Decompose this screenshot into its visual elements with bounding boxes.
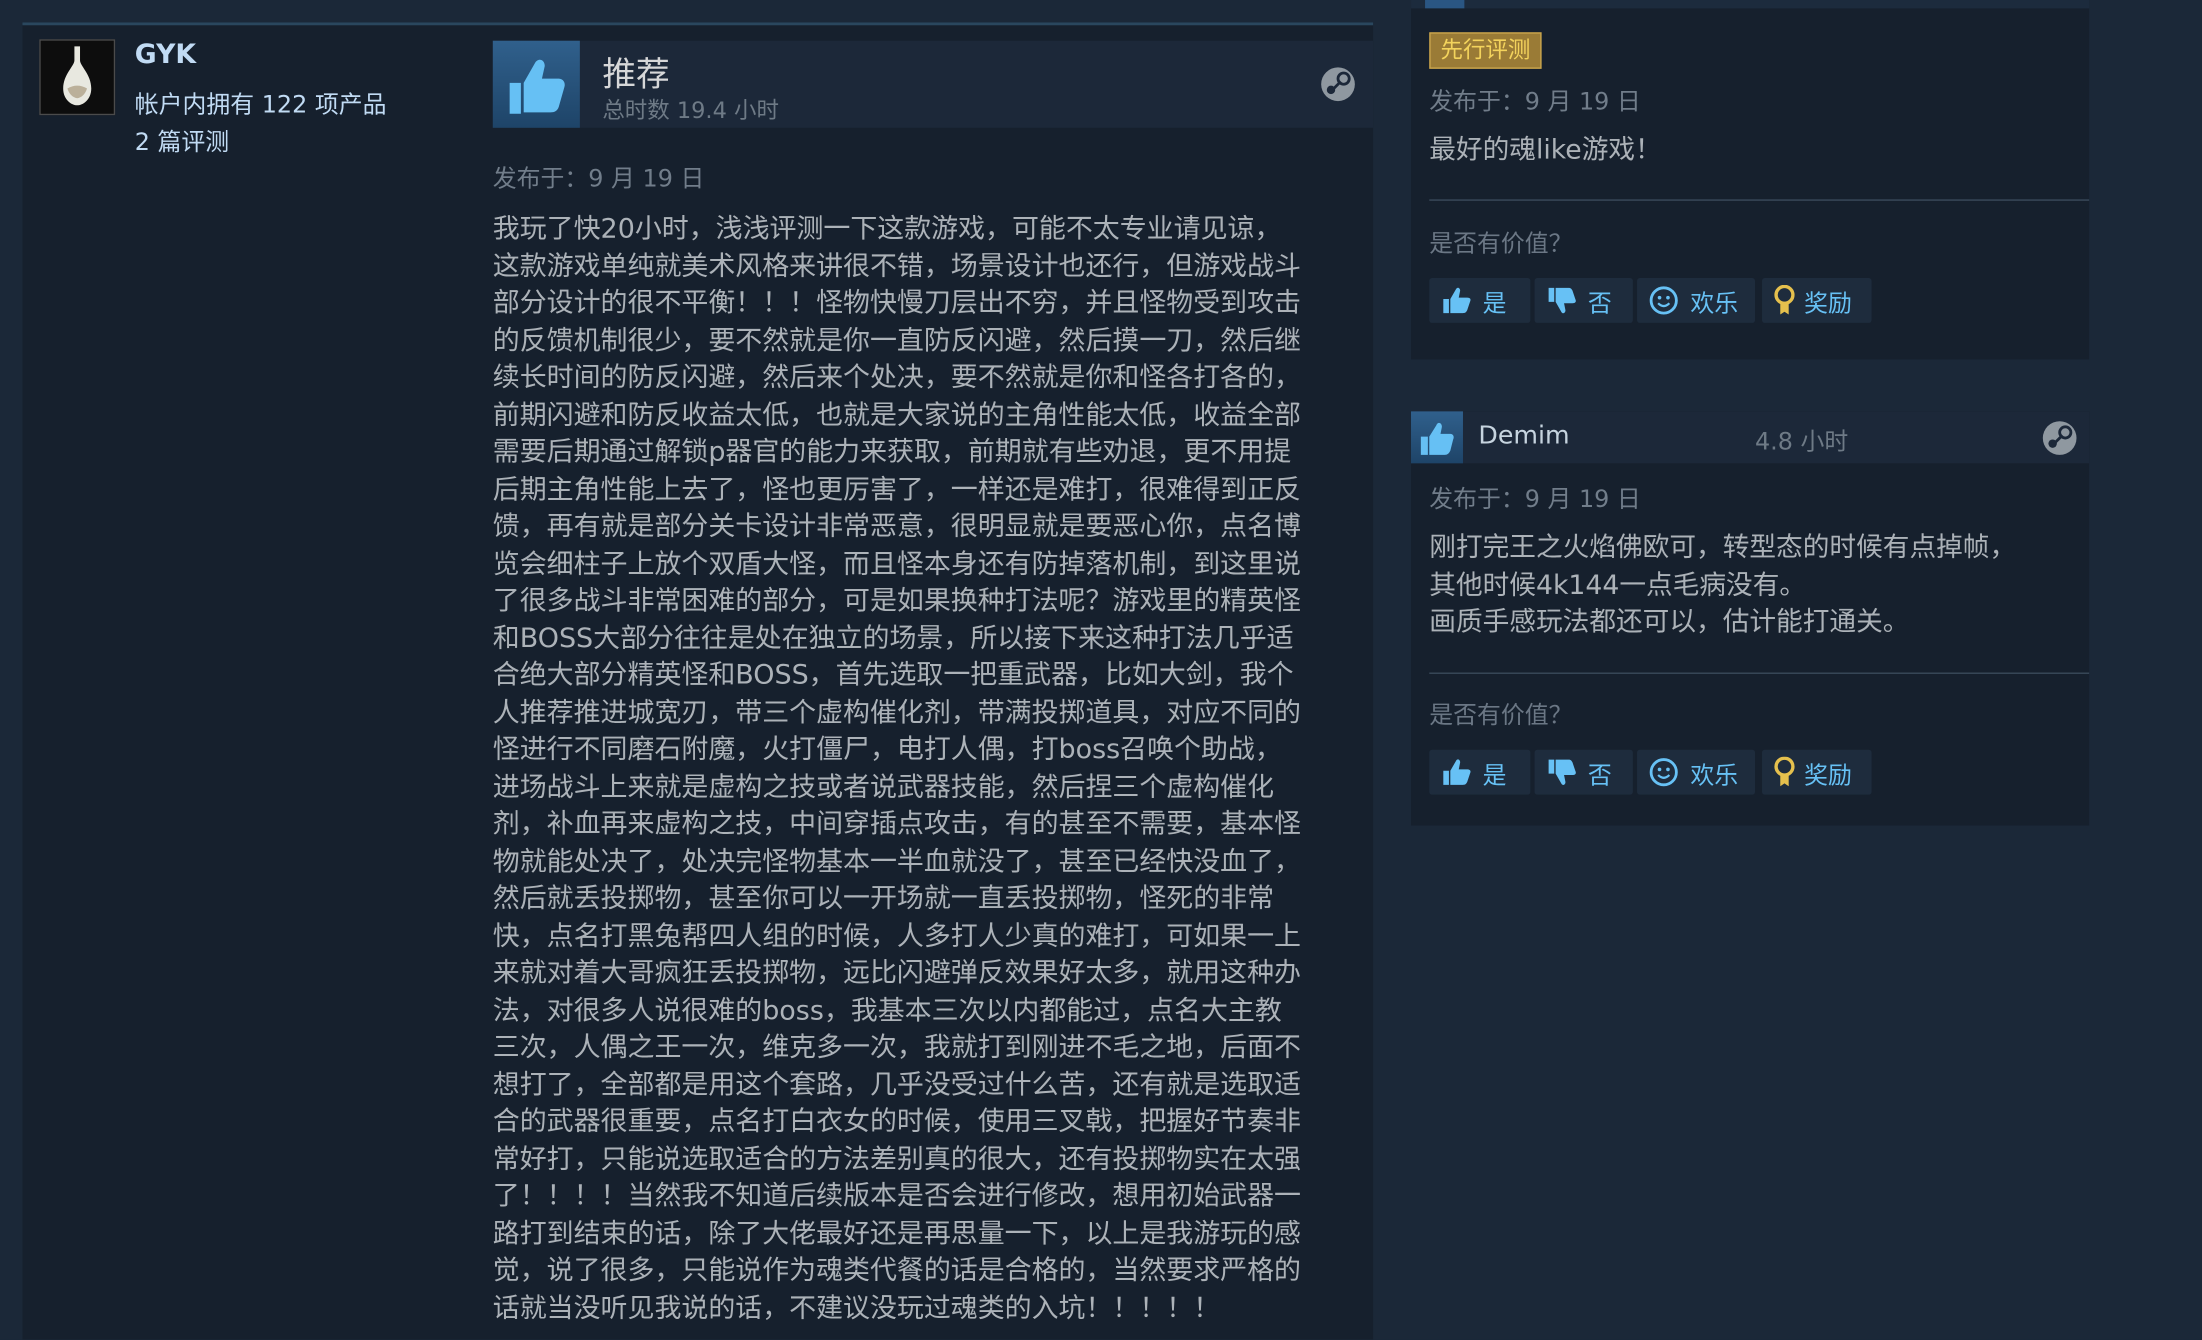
- review-line: 后期主角性能上去了，怪也更厉害了，一样还是难打，很难得到正反: [492, 472, 1301, 505]
- vote-funny-button[interactable]: 欢乐: [1637, 277, 1755, 323]
- award-button[interactable]: 奖励: [1762, 749, 1872, 795]
- award-icon: [1773, 284, 1795, 316]
- review-line: 进场战斗上来就是虚构之技或者说武器技能，然后捏三个虚构催化: [492, 770, 1275, 803]
- award-icon: [1773, 756, 1795, 788]
- review-line: 前期闪避和防反收益太低，也就是大家说的主角性能太低，收益全部: [492, 398, 1301, 431]
- previous-review-header: [1411, 0, 2090, 9]
- posted-date: 发布于：9 月 19 日: [1429, 485, 1641, 514]
- review-body: 刚打完王之火焰佛欧可，转型态的时候有点掉帧， 其他时候4k144一点毛病没有。画质…: [1429, 529, 2016, 641]
- author-products[interactable]: 帐户内拥有 122 项产品: [135, 84, 387, 119]
- review-line: 合绝大部分精英怪和BOSS，首先选取一把重武器，比如大剑，我个: [492, 658, 1294, 691]
- thumbs-up-icon: [1411, 411, 1463, 464]
- review-line: 了很多战斗非常困难的部分，可是如果换种打法呢？游戏里的精英怪: [492, 584, 1301, 617]
- review-line: 话就当没听见我说的话，不建议没玩过魂类的入坑！！！！！: [492, 1290, 1221, 1324]
- review-line: 想打了，全部都是用这个套路，几乎没受过什么苦，还有就是选取适: [492, 1067, 1301, 1101]
- review-line: 法，对很多人说很难的boss，我基本三次以内都能过，点名大主教: [492, 993, 1282, 1026]
- divider: [1429, 199, 2090, 201]
- review-line: 然后就丢投掷物，甚至你可以一开场就一直丢投掷物，怪死的非常: [492, 881, 1275, 915]
- review-line: 来就对着大哥疯狂丢投掷物，远比闪避弹反效果好太多，就用这种办: [492, 956, 1301, 989]
- vote-yes-label: 是: [1482, 761, 1507, 790]
- vote-header: 推荐 总时数 19.4 小时: [492, 40, 1374, 128]
- steam-logo-icon: [1320, 66, 1357, 103]
- thumbs-down-icon: [1546, 757, 1577, 788]
- review-line: 常好打，只能说选取适合的方法差别真的很大，还有投掷物实在太强: [492, 1142, 1301, 1175]
- review-line: 最好的魂like游戏！: [1429, 134, 1662, 166]
- helpful-label: 是否有价值？: [1429, 702, 1573, 731]
- vote-funny-label: 欢乐: [1690, 289, 1739, 319]
- review-card: GYK 帐户内拥有 122 项产品 2 篇评测 推荐 总时数 19.4 小时 发…: [22, 22, 1374, 1340]
- review-line: 快，点名打黑兔帮四人组的时候，人多打人少真的难打，可如果一上: [492, 918, 1301, 952]
- side-review-2: Demim 4.8 小时 发布于：9 月 19 日 刚打完王之火焰佛欧可，转型态…: [1411, 411, 2090, 826]
- review-line: 觉，说了很多，只能说作为魂类代餐的话是合格的，当然要求严格的: [492, 1253, 1301, 1287]
- review-line: 人推荐推进城宽刃，带三个虚构催化剂，带满投掷道具，对应不同的: [492, 695, 1301, 728]
- thumbs-up-icon: [492, 40, 580, 128]
- review-line: 三次，人偶之王一次，维克多一次，我就打到刚进不毛之地，后面不: [492, 1030, 1301, 1063]
- award-label: 奖励: [1804, 761, 1852, 790]
- review-body: 我玩了快20小时，浅浅评测一下这款游戏，可能不太专业请见谅， 这款游戏单纯就美术风…: [493, 211, 1363, 1327]
- review-line: 怪进行不同磨石附魔，火打僵尸，电打人偶，打boss召唤个助战，: [492, 732, 1282, 766]
- review-line: 续长时间的防反闪避，然后来个处决，要不然就是你和怪各打各的，: [492, 360, 1301, 394]
- vase-avatar-icon: [40, 40, 114, 114]
- thumbs-up-icon: [1425, 0, 1465, 9]
- review-line: 部分设计的很不平衡！！！怪物快慢刀层出不穷，并且怪物受到攻击: [492, 286, 1301, 319]
- award-label: 奖励: [1804, 289, 1852, 319]
- vote-no-label: 否: [1587, 289, 1612, 319]
- side-review-1: 先行评测 发布于：9 月 19 日 最好的魂like游戏！ 是否有价值？ 是 否…: [1411, 8, 2090, 360]
- review-line: 物就能处决了，处决完怪物基本一半血就没了，甚至已经快没血了，: [492, 844, 1301, 877]
- posted-date: 发布于：9 月 19 日: [492, 165, 705, 194]
- vote-yes-button[interactable]: 是: [1429, 277, 1531, 323]
- review-line: 览会细柱子上放个双盾大怪，而且怪本身还有防掉落机制，到这里说: [492, 546, 1301, 580]
- smiley-icon: [1648, 285, 1679, 316]
- early-access-badge: 先行评测: [1429, 32, 1542, 69]
- review-body: 最好的魂like游戏！: [1429, 132, 1661, 169]
- thumbs-up-icon: [1441, 285, 1472, 316]
- smiley-icon: [1648, 757, 1679, 788]
- vote-funny-label: 欢乐: [1690, 761, 1739, 790]
- thumbs-down-icon: [1546, 285, 1577, 316]
- review-line: 这款游戏单纯就美术风格来讲很不错，场景设计也还行，但游戏战斗: [492, 249, 1301, 282]
- side-review-header: Demim 4.8 小时: [1411, 411, 2090, 464]
- review-line: 的反馈机制很少，要不然就是你一直防反闪避，然后摸一刀，然后继: [492, 323, 1301, 356]
- vote-no-button[interactable]: 否: [1534, 277, 1633, 323]
- hours-played: 总时数 19.4 小时: [602, 96, 779, 124]
- author-reviews[interactable]: 2 篇评测: [135, 122, 229, 157]
- review-line: 和BOSS大部分往往是处在独立的场景，所以接下来这种打法几乎适: [492, 621, 1294, 654]
- helpful-label: 是否有价值？: [1429, 230, 1573, 259]
- vote-yes-label: 是: [1482, 289, 1507, 319]
- hours-played: 4.8 小时: [1755, 428, 1849, 457]
- thumbs-up-icon: [1441, 757, 1472, 788]
- vote-yes-button[interactable]: 是: [1429, 749, 1531, 795]
- review-line: 馈，再有就是部分关卡设计非常恶意，很明显就是要恶心你，点名博: [492, 509, 1301, 542]
- review-line: 需要后期通过解锁p器官的能力来获取，前期就有些劝退，更不用提: [492, 435, 1292, 468]
- vote-funny-button[interactable]: 欢乐: [1637, 749, 1755, 795]
- review-line: 了！！！！当然我不知道后续版本是否会进行修改，想用初始武器一: [492, 1179, 1301, 1212]
- review-line: 合的武器很重要，点名打白衣女的时候，使用三叉戟，把握好节奏非: [492, 1104, 1301, 1138]
- steam-logo-icon: [2041, 420, 2078, 457]
- review-line: 路打到结束的话，除了大佬最好还是再思量一下，以上是我游玩的感: [492, 1216, 1301, 1249]
- author-name[interactable]: GYK: [135, 39, 196, 70]
- divider: [1429, 672, 2090, 674]
- award-button[interactable]: 奖励: [1762, 277, 1872, 323]
- review-line: 刚打完王之火焰佛欧可，转型态的时候有点掉帧，: [1429, 532, 2017, 564]
- review-line: 画质手感玩法都还可以，估计能打通关。: [1429, 606, 1910, 638]
- review-line: 剂，补血再来虚构之技，中间穿插点攻击，有的甚至不需要，基本怪: [492, 807, 1301, 840]
- vote-no-button[interactable]: 否: [1534, 749, 1633, 795]
- vote-no-label: 否: [1587, 761, 1612, 790]
- posted-date: 发布于：9 月 19 日: [1429, 88, 1641, 117]
- reviewer-name[interactable]: Demim: [1478, 421, 1569, 450]
- stage: GYK 帐户内拥有 122 项产品 2 篇评测 推荐 总时数 19.4 小时 发…: [0, 0, 2202, 1340]
- review-line: 其他时候4k144一点毛病没有。: [1429, 569, 1807, 601]
- avatar[interactable]: [39, 39, 116, 116]
- verdict-label: 推荐: [602, 54, 670, 95]
- review-line: 我玩了快20小时，浅浅评测一下这款游戏，可能不太专业请见谅，: [492, 212, 1282, 245]
